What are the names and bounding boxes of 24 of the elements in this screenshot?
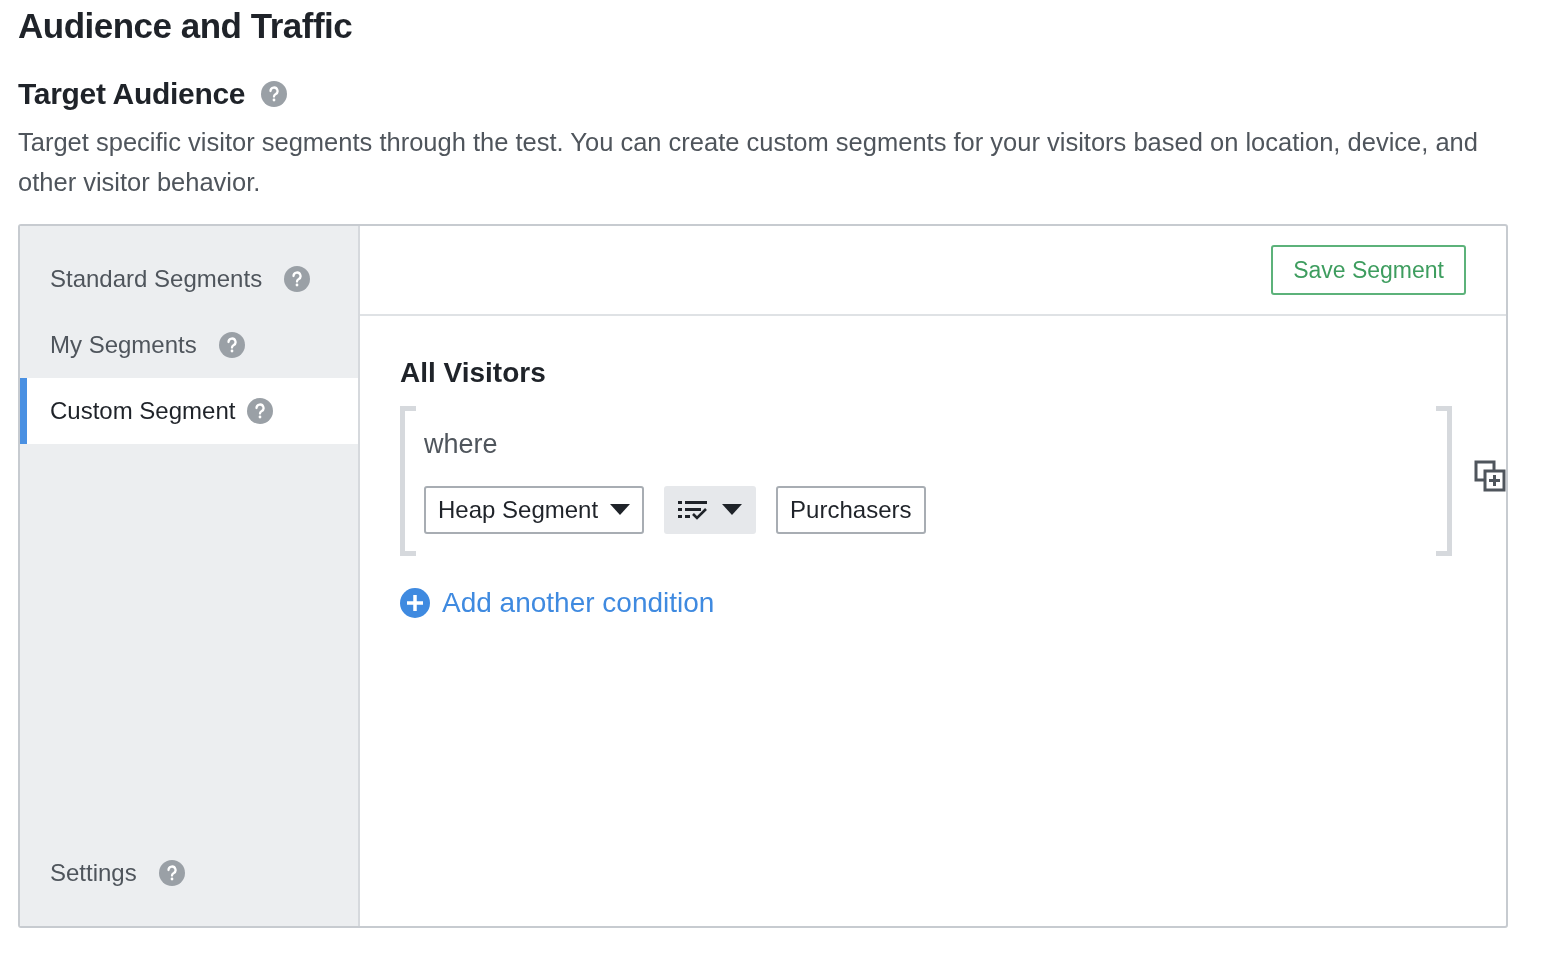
sidebar-item[interactable]: My Segments [20,312,358,378]
sidebar-item[interactable]: Custom Segment [20,378,358,444]
where-label: where [424,427,498,461]
caret-icon [722,504,743,517]
add-condition-link[interactable]: Add another condition [400,581,715,624]
section-description: Target specific visitor segments through the test. You can create custom segments for your visitors based on location, device, and other visitor behavior. [18,127,1479,198]
help-icon[interactable] [261,81,288,107]
page-title: Audience and Traffic [18,5,354,47]
plus-circle-icon [400,587,430,618]
sidebar-item[interactable]: Settings [20,840,358,906]
value-field[interactable]: Purchasers [776,486,926,535]
list-check-icon [678,500,709,521]
save-button[interactable]: Save Segment [1271,244,1466,296]
field-dropdown[interactable]: Heap Segment [424,486,645,535]
help-icon[interactable] [247,398,274,424]
caret-icon [610,504,631,517]
section-title: Target Audience [18,76,246,112]
duplicate-icon[interactable] [1474,459,1506,492]
help-icon[interactable] [284,266,311,292]
operator-dropdown[interactable] [664,486,757,535]
help-icon[interactable] [158,860,185,886]
group-title: All Visitors [400,356,547,390]
help-icon[interactable] [218,332,245,358]
sidebar-item[interactable]: Standard Segments [20,246,358,312]
